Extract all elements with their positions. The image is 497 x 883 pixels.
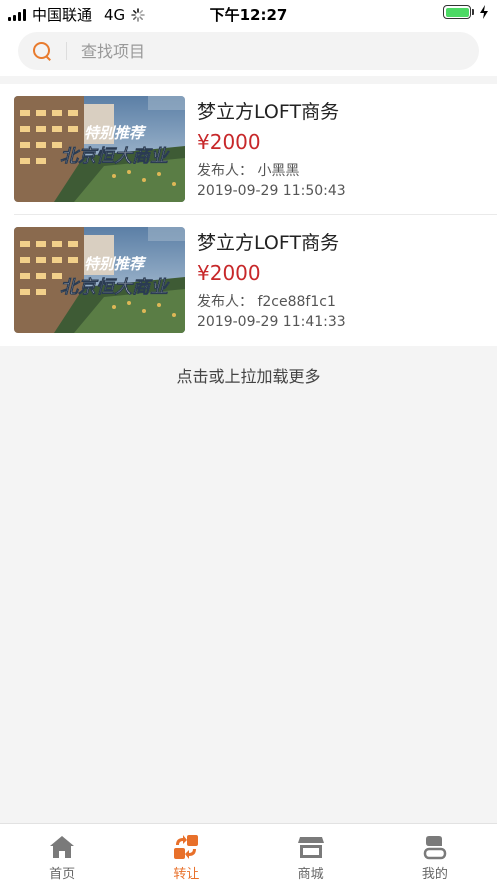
search-icon[interactable] — [32, 41, 52, 61]
tab-transfer[interactable]: 转让 — [124, 824, 248, 883]
store-icon — [297, 837, 324, 858]
listing-list: 特别推荐 北京恒大商业 梦立方LOFT商务 ¥2000 发布人： 小黑黑 201… — [0, 84, 497, 346]
tab-label: 转让 — [173, 867, 200, 882]
status-bar: 中国联通 4G 下午12:27 — [0, 0, 497, 26]
tab-store[interactable]: 商城 — [249, 824, 373, 883]
listing-publisher: 发布人： f2ce88f1c1 — [197, 294, 336, 310]
tab-home[interactable]: 首页 — [0, 824, 124, 883]
thumbnail-caption-main: 北京恒大商业 — [60, 146, 170, 167]
listing-item[interactable]: 特别推荐 北京恒大商业 梦立方LOFT商务 ¥2000 发布人： 小黑黑 201… — [0, 84, 497, 215]
tab-profile[interactable]: 我的 — [373, 824, 497, 883]
listing-thumbnail[interactable]: 特别推荐 北京恒大商业 — [14, 96, 185, 202]
listing-publisher: 发布人： 小黑黑 — [197, 163, 300, 179]
status-time: 下午12:27 — [209, 6, 288, 24]
listing-price: ¥2000 — [197, 261, 261, 285]
bottom-tab-bar: 首页 转让 商城 我的 — [0, 823, 497, 883]
listing-thumbnail[interactable]: 特别推荐 北京恒大商业 — [14, 227, 185, 333]
status-right — [443, 5, 489, 19]
transfer-icon — [174, 835, 199, 859]
listing-date: 2019-09-29 11:50:43 — [197, 183, 346, 199]
battery-icon — [443, 5, 474, 19]
listing-item[interactable]: 特别推荐 北京恒大商业 梦立方LOFT商务 ¥2000 发布人： f2ce88f… — [0, 215, 497, 346]
search-bar — [0, 26, 497, 76]
search-box[interactable] — [18, 32, 479, 70]
listing-title: 梦立方LOFT商务 — [197, 101, 340, 123]
tab-label: 首页 — [49, 867, 76, 882]
search-divider — [66, 42, 67, 60]
tab-label: 商城 — [297, 867, 324, 882]
load-more-button[interactable]: 点击或上拉加载更多 — [0, 363, 497, 387]
thumbnail-caption-top: 特别推荐 — [84, 124, 147, 142]
listing-title: 梦立方LOFT商务 — [197, 232, 340, 254]
profile-icon — [423, 836, 447, 860]
listing-price: ¥2000 — [197, 130, 261, 154]
charging-icon — [480, 5, 488, 19]
thumbnail-caption-top: 特别推荐 — [84, 255, 147, 273]
thumbnail-caption-main: 北京恒大商业 — [60, 277, 170, 298]
search-input[interactable] — [81, 41, 441, 61]
home-icon — [50, 836, 75, 858]
tab-label: 我的 — [421, 867, 448, 882]
listing-date: 2019-09-29 11:41:33 — [197, 314, 346, 330]
